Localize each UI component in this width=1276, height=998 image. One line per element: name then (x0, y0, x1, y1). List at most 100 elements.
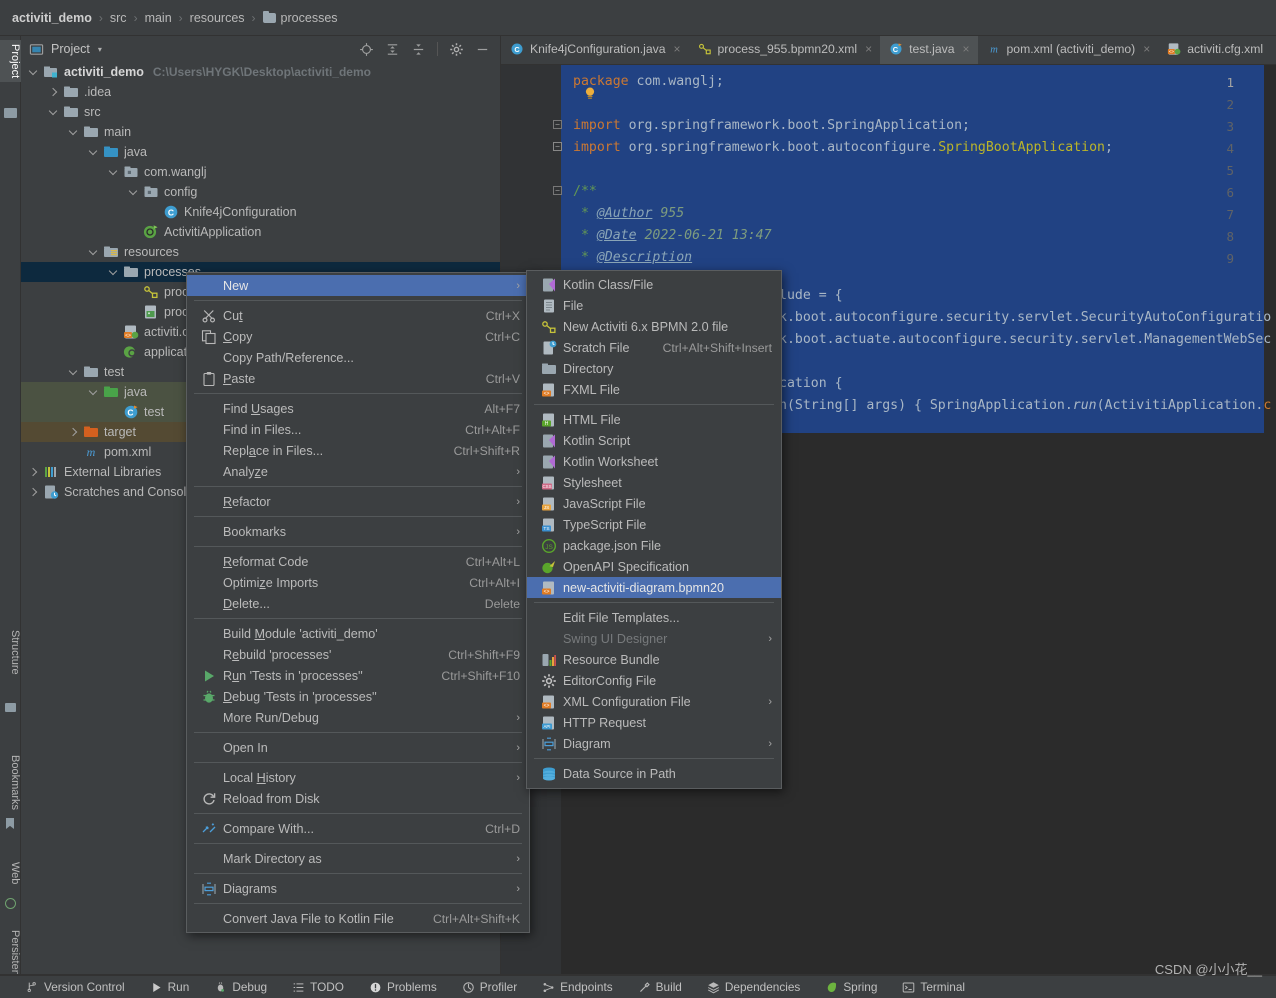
menu-item-kotlin-script[interactable]: Kotlin Script (527, 430, 781, 451)
menu-item-open-in[interactable]: Open In› (187, 737, 529, 758)
menu-item-bookmarks[interactable]: Bookmarks› (187, 521, 529, 542)
menu-item-stylesheet[interactable]: CSSStylesheet (527, 472, 781, 493)
menu-item-reload-from-disk[interactable]: Reload from Disk (187, 788, 529, 809)
menu-item-find-in-files---[interactable]: Find in Files...Ctrl+Alt+F (187, 419, 529, 440)
menu-item-new[interactable]: New› (187, 275, 529, 296)
status-item-spring[interactable]: Spring (825, 980, 890, 994)
close-icon[interactable]: × (1143, 42, 1150, 56)
tree-node-activiti-demo[interactable]: activiti_demoC:\Users\HYGK\Desktop\activ… (21, 62, 500, 82)
menu-item-delete---[interactable]: Delete...Delete (187, 593, 529, 614)
status-item-debug[interactable]: Debug (214, 980, 280, 994)
hide-panel-icon[interactable] (475, 42, 490, 57)
menu-item-package-json-file[interactable]: JSpackage.json File (527, 535, 781, 556)
editor-tab-process-955-bpmn20-xml[interactable]: process_955.bpmn20.xml× (689, 36, 881, 64)
breadcrumb-item-activiti-demo[interactable]: activiti_demo (12, 11, 92, 25)
menu-item-local-history[interactable]: Local History› (187, 767, 529, 788)
editor-tab-activiti-cfg-xml[interactable]: <>activiti.cfg.xml (1158, 36, 1271, 64)
chevron-open-icon[interactable] (49, 107, 60, 118)
gear-icon[interactable] (449, 42, 464, 57)
menu-item-replace-in-files---[interactable]: Replace in Files...Ctrl+Shift+R (187, 440, 529, 461)
menu-item-cut[interactable]: CutCtrl+X (187, 305, 529, 326)
chevron-open-icon[interactable] (29, 67, 40, 78)
status-item-dependencies[interactable]: Dependencies (707, 980, 813, 994)
close-icon[interactable]: × (865, 42, 872, 56)
tree-node-resources[interactable]: resources (21, 242, 500, 262)
close-icon[interactable]: × (674, 42, 681, 56)
menu-item-kotlin-worksheet[interactable]: Kotlin Worksheet (527, 451, 781, 472)
menu-item-diagram[interactable]: Diagram› (527, 733, 781, 754)
menu-item-paste[interactable]: PasteCtrl+V (187, 368, 529, 389)
menu-item-new-activiti-diagram-bpmn20[interactable]: <>new-activiti-diagram.bpmn20 (527, 577, 781, 598)
tree-node-config[interactable]: config (21, 182, 500, 202)
menu-item-file[interactable]: File (527, 295, 781, 316)
chevron-open-icon[interactable] (69, 367, 80, 378)
menu-item-run--tests-in--processes--[interactable]: Run 'Tests in 'processes''Ctrl+Shift+F10 (187, 665, 529, 686)
tree-node-java[interactable]: java (21, 142, 500, 162)
chevron-closed-icon[interactable] (69, 427, 80, 438)
tree-node-activitiapplication[interactable]: ActivitiApplication (21, 222, 500, 242)
status-item-profiler[interactable]: Profiler (462, 980, 530, 994)
chevron-open-icon[interactable] (89, 387, 100, 398)
menu-item-find-usages[interactable]: Find UsagesAlt+F7 (187, 398, 529, 419)
menu-item-optimize-imports[interactable]: Optimize ImportsCtrl+Alt+I (187, 572, 529, 593)
menu-item-xml-configuration-file[interactable]: <>XML Configuration File› (527, 691, 781, 712)
expand-all-icon[interactable] (385, 42, 400, 57)
tool-tab-bookmarks[interactable]: Bookmarks (0, 751, 21, 814)
menu-item-debug--tests-in--processes--[interactable]: Debug 'Tests in 'processes'' (187, 686, 529, 707)
menu-item-refactor[interactable]: Refactor› (187, 491, 529, 512)
status-item-problems[interactable]: Problems (369, 980, 450, 994)
locate-icon[interactable] (359, 42, 374, 57)
menu-item-analyze[interactable]: Analyze› (187, 461, 529, 482)
breadcrumb-item-processes[interactable]: processes (263, 11, 338, 25)
fold-marker-comment[interactable]: − (553, 186, 562, 195)
menu-item-reformat-code[interactable]: Reformat CodeCtrl+Alt+L (187, 551, 529, 572)
menu-item-convert-java-file-to-kotlin-file[interactable]: Convert Java File to Kotlin FileCtrl+Alt… (187, 908, 529, 929)
tool-tab-project[interactable]: Project (0, 40, 21, 82)
tree-node-com-wanglj[interactable]: com.wanglj (21, 162, 500, 182)
tool-tab-web[interactable]: Web (0, 858, 21, 888)
close-icon[interactable]: × (963, 42, 970, 56)
menu-item-edit-file-templates---[interactable]: Edit File Templates... (527, 607, 781, 628)
tree-node--idea[interactable]: .idea (21, 82, 500, 102)
menu-item-html-file[interactable]: HHTML File (527, 409, 781, 430)
chevron-open-icon[interactable] (89, 147, 100, 158)
status-item-run[interactable]: Run (150, 980, 203, 994)
menu-item-diagrams[interactable]: Diagrams› (187, 878, 529, 899)
menu-item-typescript-file[interactable]: TSTypeScript File (527, 514, 781, 535)
breadcrumb-item-main[interactable]: main (145, 11, 172, 25)
chevron-closed-icon[interactable] (29, 487, 40, 498)
status-item-version-control[interactable]: Version Control (26, 980, 138, 994)
menu-item-fxml-file[interactable]: <>FXML File (527, 379, 781, 400)
new-submenu[interactable]: Kotlin Class/FileFileNew Activiti 6.x BP… (526, 270, 782, 789)
breadcrumb-item-src[interactable]: src (110, 11, 127, 25)
menu-item-kotlin-class-file[interactable]: Kotlin Class/File (527, 274, 781, 295)
menu-item-rebuild--processes-[interactable]: Rebuild 'processes'Ctrl+Shift+F9 (187, 644, 529, 665)
menu-item-editorconfig-file[interactable]: EditorConfig File (527, 670, 781, 691)
tree-node-src[interactable]: src (21, 102, 500, 122)
context-menu[interactable]: New›CutCtrl+XCopyCtrl+CCopy Path/Referen… (186, 272, 530, 933)
chevron-open-icon[interactable] (109, 267, 120, 278)
chevron-open-icon[interactable] (109, 167, 120, 178)
tree-node-knife4jconfiguration[interactable]: CKnife4jConfiguration (21, 202, 500, 222)
chevron-closed-icon[interactable] (29, 467, 40, 478)
tool-tab-structure[interactable]: Structure (0, 626, 21, 679)
editor-tab-pom-xml--activiti-demo-[interactable]: mpom.xml (activiti_demo)× (978, 36, 1159, 64)
menu-item-mark-directory-as[interactable]: Mark Directory as› (187, 848, 529, 869)
chevron-open-icon[interactable] (129, 187, 140, 198)
editor-tab-test-java[interactable]: Ctest.java× (880, 36, 977, 64)
chevron-closed-icon[interactable] (49, 87, 60, 98)
menu-item-new-activiti-6-x-bpmn-2-0-file[interactable]: New Activiti 6.x BPMN 2.0 file (527, 316, 781, 337)
menu-item-directory[interactable]: Directory (527, 358, 781, 379)
menu-item-more-run-debug[interactable]: More Run/Debug› (187, 707, 529, 728)
status-item-todo[interactable]: TODO (292, 980, 357, 994)
menu-item-javascript-file[interactable]: JSJavaScript File (527, 493, 781, 514)
status-item-build[interactable]: Build (638, 980, 695, 994)
editor-tab-knife4jconfiguration-java[interactable]: CKnife4jConfiguration.java× (501, 36, 689, 64)
status-item-endpoints[interactable]: Endpoints (542, 980, 625, 994)
status-item-terminal[interactable]: Terminal (902, 980, 978, 994)
menu-item-build-module--activiti-demo-[interactable]: Build Module 'activiti_demo' (187, 623, 529, 644)
menu-item-openapi-specification[interactable]: OpenAPI Specification (527, 556, 781, 577)
chevron-open-icon[interactable] (89, 247, 100, 258)
collapse-all-icon[interactable] (411, 42, 426, 57)
intention-bulb-icon[interactable] (585, 87, 595, 100)
